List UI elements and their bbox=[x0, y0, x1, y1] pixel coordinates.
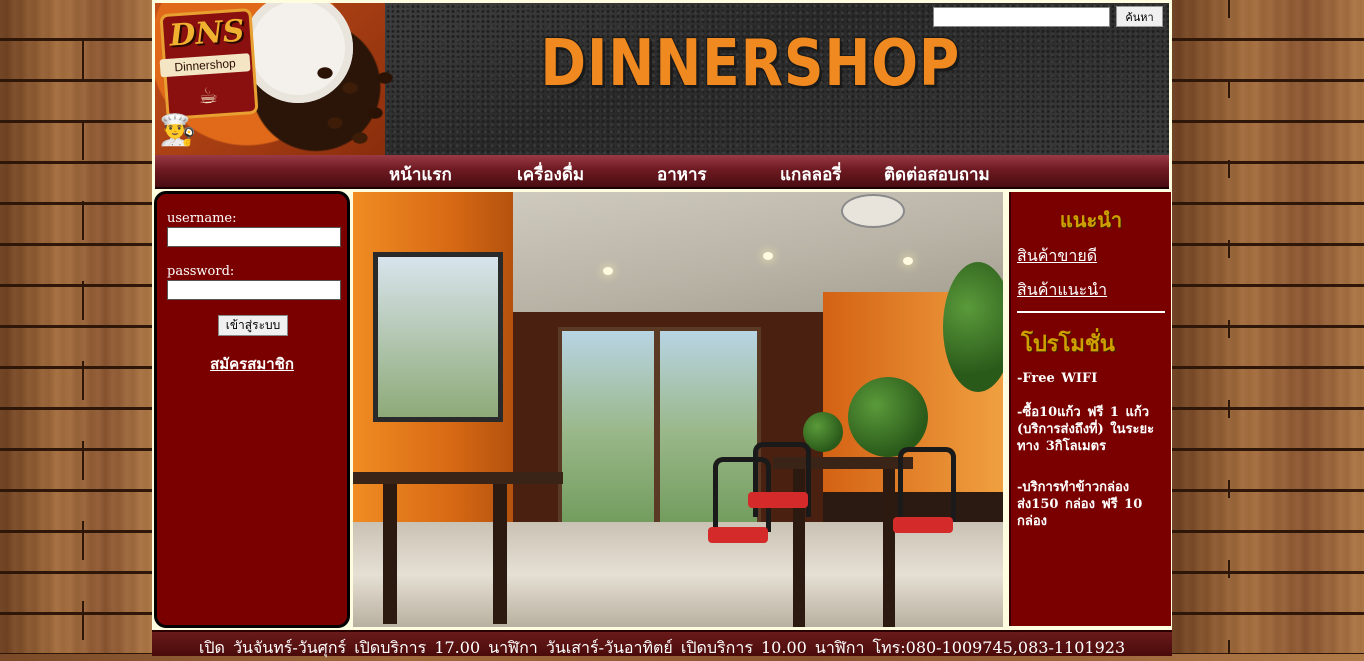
footer-bar: เปิด วันจันทร์-วันศุกร์ เปิดบริการ 17.00… bbox=[152, 630, 1172, 657]
search-button[interactable]: ค้นหา bbox=[1116, 6, 1163, 27]
cafe-interior-photo bbox=[353, 192, 1003, 627]
promo-item: -ซื้อ10แก้ว ฟรี 1 แก้ว (บริการส่งถึงที่)… bbox=[1017, 405, 1155, 454]
nav-drinks[interactable]: เครื่องดื่ม bbox=[517, 161, 584, 188]
logo-background: DNS Dinnershop ☕ 👨‍🍳 bbox=[155, 3, 405, 155]
password-label: password: bbox=[167, 264, 235, 279]
coffee-beans-image bbox=[305, 53, 405, 153]
nav-food[interactable]: อาหาร bbox=[657, 161, 707, 188]
logo-subtext: Dinnershop bbox=[159, 53, 251, 78]
username-field[interactable] bbox=[167, 227, 341, 247]
chef-icon: 👨‍🍳 bbox=[159, 113, 197, 148]
register-link[interactable]: สมัครสมาชิก bbox=[157, 352, 347, 376]
login-panel: username: password: เข้าสู่ระบบ สมัครสมา… bbox=[154, 191, 350, 628]
recommended-products-link[interactable]: สินค้าแนะนำ bbox=[1017, 278, 1107, 303]
promo-item: -Free WIFI bbox=[1017, 371, 1098, 386]
cup-icon: ☕ bbox=[197, 83, 219, 110]
main-navigation: หน้าแรก เครื่องดื่ม อาหาร แกลลอรี่ ติดต่… bbox=[155, 155, 1169, 189]
nav-gallery[interactable]: แกลลอรี่ bbox=[780, 161, 841, 188]
promo-item: -บริการทำข้าวกล่อง ส่ง150 กล่อง ฟรี 10 ก… bbox=[1017, 480, 1143, 529]
best-seller-link[interactable]: สินค้าขายดี bbox=[1017, 244, 1097, 269]
promotion-heading: โปรโมชั่น bbox=[1021, 332, 1115, 357]
page-container: DNS Dinnershop ☕ 👨‍🍳 DINNERSHOP ค้นหา หน… bbox=[152, 0, 1172, 657]
recommend-heading: แนะนำ bbox=[1059, 208, 1123, 232]
sidebar-divider bbox=[1017, 311, 1165, 313]
wood-background-right bbox=[1172, 0, 1364, 654]
site-title: DINNERSHOP bbox=[540, 27, 961, 101]
opening-hours-text: เปิด วันจันทร์-วันศุกร์ เปิดบริการ 17.00… bbox=[198, 638, 1126, 657]
search-input[interactable] bbox=[933, 7, 1110, 27]
wood-background-left bbox=[0, 0, 152, 654]
sidebar-panel: แนะนำ สินค้าขายดี สินค้าแนะนำ โปรโมชั่น … bbox=[1009, 192, 1171, 626]
logo-text: DNS bbox=[168, 13, 246, 54]
dns-logo[interactable]: DNS Dinnershop ☕ bbox=[159, 7, 259, 121]
username-label: username: bbox=[167, 211, 237, 226]
nav-home[interactable]: หน้าแรก bbox=[389, 161, 452, 188]
password-field[interactable] bbox=[167, 280, 341, 300]
header-banner: DNS Dinnershop ☕ 👨‍🍳 DINNERSHOP ค้นหา bbox=[155, 3, 1169, 155]
nav-contact[interactable]: ติดต่อสอบถาม bbox=[884, 161, 990, 188]
login-button[interactable]: เข้าสู่ระบบ bbox=[218, 315, 288, 336]
